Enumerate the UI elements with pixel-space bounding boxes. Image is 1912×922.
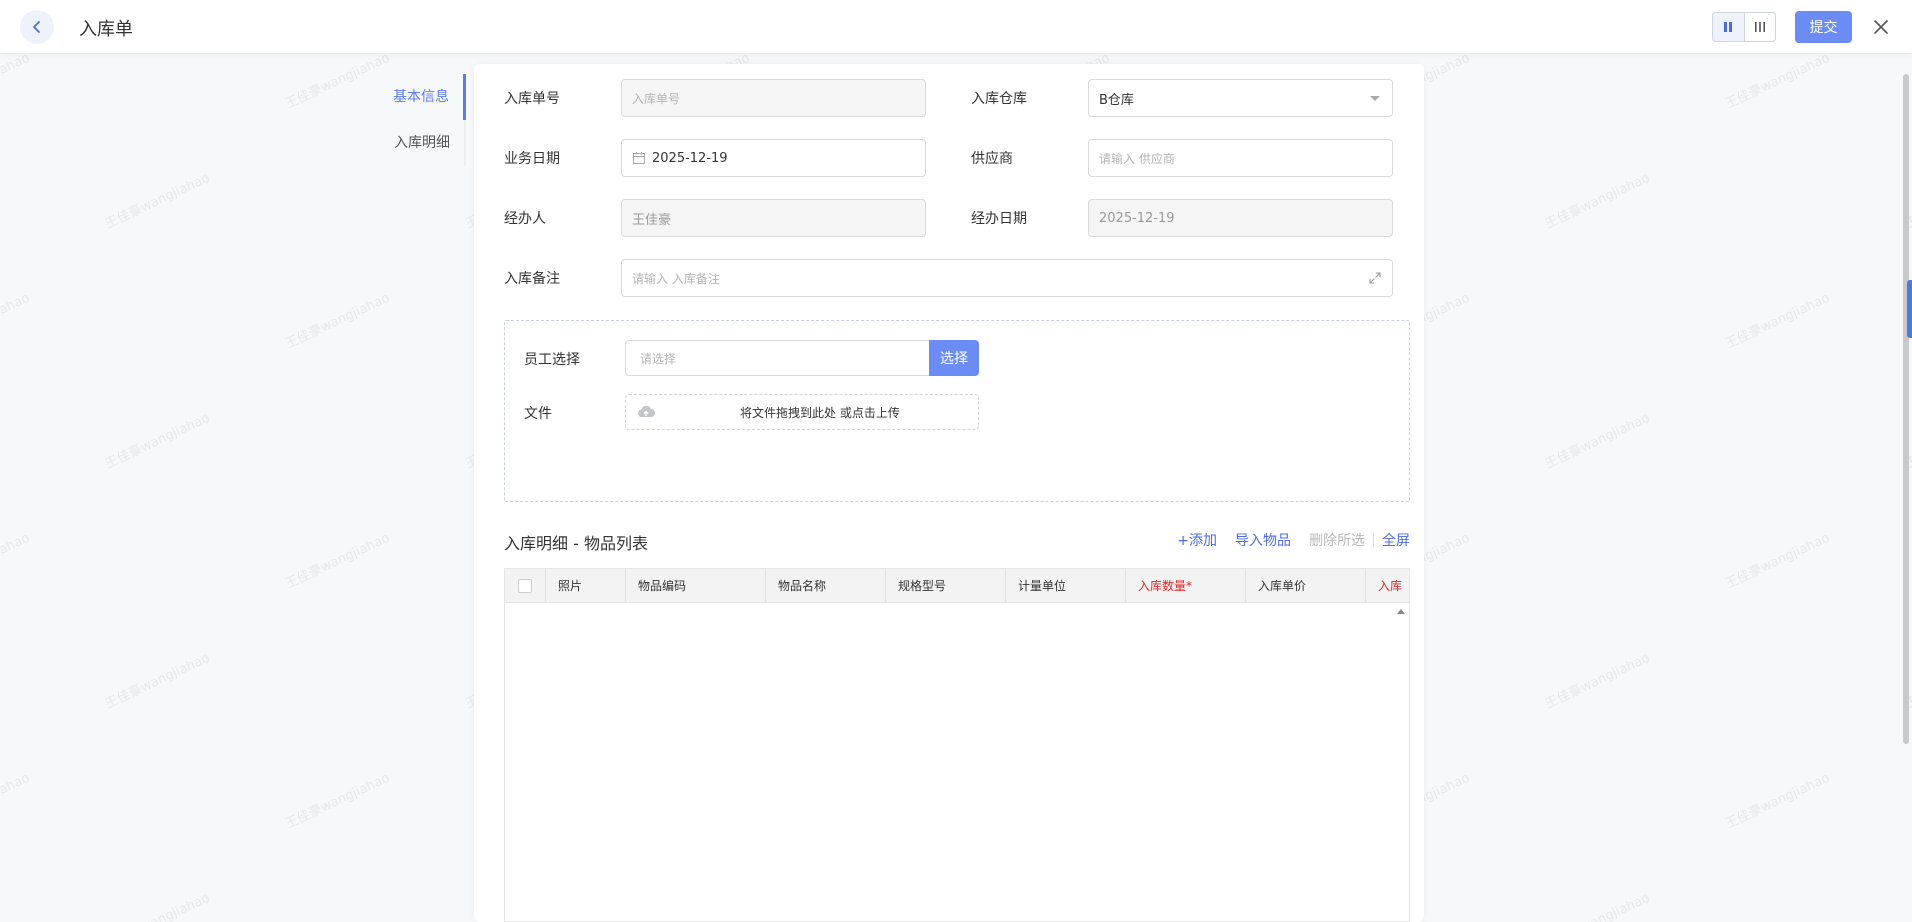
column-header-spec[interactable]: 规格型号 (886, 569, 1006, 603)
employee-label: 员工选择 (524, 352, 580, 368)
delete-selected-button[interactable]: 删除所选 (1309, 530, 1365, 550)
watermark-text: 王佳豪wangjiahao (0, 50, 33, 113)
warehouse-select[interactable]: B仓库 (1088, 79, 1393, 117)
watermark-text: 王佳豪wangjiahao (102, 410, 213, 473)
watermark-text: 王佳豪wangjiahao (1542, 170, 1653, 233)
three-column-layout-button[interactable] (1745, 13, 1776, 41)
employee-choose-button[interactable]: 选择 (929, 340, 979, 376)
watermark-text: 王佳豪wangjiahao (282, 530, 393, 593)
expand-icon[interactable] (1368, 271, 1382, 285)
remark-label: 入库备注 (504, 271, 560, 287)
employee-select-input[interactable]: 请选择 (625, 340, 930, 376)
file-label: 文件 (524, 406, 552, 422)
watermark-text: 王佳豪wangjiahao (282, 50, 393, 113)
two-column-icon (1724, 22, 1733, 32)
watermark-text: 王佳豪wangjiahao (102, 650, 213, 713)
layout-toggle[interactable] (1712, 12, 1776, 42)
handle-date-input[interactable]: 2025-12-19 (1088, 199, 1393, 237)
column-header-quantity[interactable]: 入库数量* (1126, 569, 1246, 603)
watermark-text: 王佳豪wangjiahao (1542, 650, 1653, 713)
calendar-icon (633, 152, 645, 164)
watermark-text: 王佳豪wangjiahao (0, 290, 33, 353)
supplier-input[interactable]: 请输入 供应商 (1088, 139, 1393, 177)
column-header-unit-price[interactable]: 入库单价 (1246, 569, 1366, 603)
extra-fields-panel: 员工选择 请选择 选择 文件 将文件拖拽到此处 或点击上传 (504, 320, 1410, 502)
watermark-text: 王佳豪wangjiahao (282, 770, 393, 833)
watermark-text: 王佳豪wangjiahao (282, 290, 393, 353)
watermark-text: 王佳豪wangjiahao (1542, 890, 1653, 922)
close-icon (1874, 20, 1888, 34)
chevron-down-icon (1370, 96, 1380, 101)
watermark-text: 王佳豪wangjiahao (1722, 530, 1833, 593)
select-all-cell (505, 569, 546, 603)
biz-date-picker[interactable]: 2025-12-19 (621, 139, 926, 177)
column-header-item-name[interactable]: 物品名称 (766, 569, 886, 603)
page-scrollbar-thumb[interactable] (1903, 74, 1909, 744)
back-button[interactable] (20, 10, 54, 44)
watermark-text: 王佳豪wangjiahao (0, 530, 33, 593)
submit-button[interactable]: 提交 (1795, 11, 1852, 43)
chevron-left-icon (33, 21, 40, 33)
side-drawer-handle[interactable] (1907, 280, 1912, 338)
handle-date-label: 经办日期 (971, 211, 1027, 227)
two-column-layout-button[interactable] (1713, 13, 1745, 41)
order-no-input[interactable]: 入库单号 (621, 79, 926, 117)
watermark-text: 王佳豪wangjiahao (1722, 770, 1833, 833)
select-all-checkbox[interactable] (518, 579, 532, 593)
watermark-text: 王佳豪wangjiahao (0, 770, 33, 833)
watermark-text: 王佳豪wangjiahao (1542, 410, 1653, 473)
page-title: 入库单 (79, 19, 133, 40)
import-items-button[interactable]: 导入物品 (1235, 530, 1291, 550)
watermark-text: 王佳豪wangjiahao (102, 170, 213, 233)
detail-section-title: 入库明细 - 物品列表 (504, 534, 648, 553)
cloud-upload-icon (638, 405, 655, 417)
close-button[interactable] (1870, 16, 1892, 38)
handler-label: 经办人 (504, 211, 546, 227)
column-header-more[interactable]: 入库 (1366, 569, 1409, 603)
supplier-label: 供应商 (971, 151, 1013, 167)
column-header-unit[interactable]: 计量单位 (1006, 569, 1126, 603)
fullscreen-button[interactable]: 全屏 (1382, 530, 1410, 550)
handler-input[interactable]: 王佳豪 (621, 199, 926, 237)
order-no-label: 入库单号 (504, 91, 560, 107)
file-upload-area[interactable]: 将文件拖拽到此处 或点击上传 (625, 394, 979, 430)
three-column-icon (1754, 22, 1765, 32)
toolbar-divider (1373, 533, 1374, 547)
page-header: 入库单 提交 (0, 0, 1912, 54)
watermark-text: 王佳豪wangjiahao (1722, 50, 1833, 113)
anchor-basic-info[interactable]: 基本信息 (380, 74, 466, 120)
biz-date-label: 业务日期 (504, 151, 560, 167)
remark-input[interactable]: 请输入 入库备注 (621, 259, 1393, 297)
watermark-text: 王佳豪wangjiahao (102, 890, 213, 922)
page-scrollbar[interactable] (1900, 54, 1912, 922)
watermark-text: 王佳豪wangjiahao (1722, 290, 1833, 353)
add-item-button[interactable]: +添加 (1177, 530, 1217, 550)
table-header: 照片 物品编码 物品名称 规格型号 计量单位 入库数量* 入库单价 入库 (505, 569, 1409, 603)
table-scroll-up-icon[interactable] (1397, 609, 1405, 614)
anchor-nav: 基本信息 入库明细 (380, 74, 466, 166)
column-header-photo[interactable]: 照片 (546, 569, 626, 603)
warehouse-label: 入库仓库 (971, 91, 1027, 107)
anchor-detail[interactable]: 入库明细 (380, 120, 466, 166)
detail-toolbar: +添加 导入物品 删除所选 全屏 (1159, 530, 1410, 550)
form-card: 入库单号 入库单号 入库仓库 B仓库 业务日期 2025-12-19 供应商 请… (474, 64, 1424, 922)
items-table: 照片 物品编码 物品名称 规格型号 计量单位 入库数量* 入库单价 入库 (504, 568, 1410, 922)
column-header-item-code[interactable]: 物品编码 (626, 569, 766, 603)
